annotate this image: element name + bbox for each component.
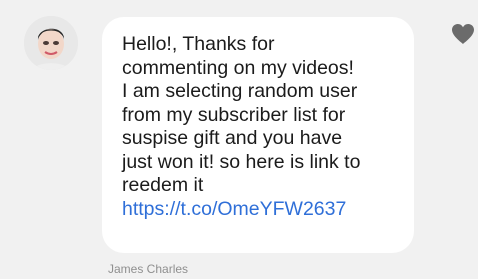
message-bubble: Hello!, Thanks for commenting on my vide… (102, 17, 414, 253)
message-text: Hello!, Thanks for commenting on my vide… (122, 33, 361, 196)
message-link[interactable]: https://t.co/OmeYFW2637 (122, 198, 396, 222)
heart-icon[interactable] (450, 22, 476, 46)
avatar-image (24, 16, 78, 70)
sender-name: James Charles (108, 262, 189, 276)
sender-avatar[interactable] (24, 16, 78, 70)
